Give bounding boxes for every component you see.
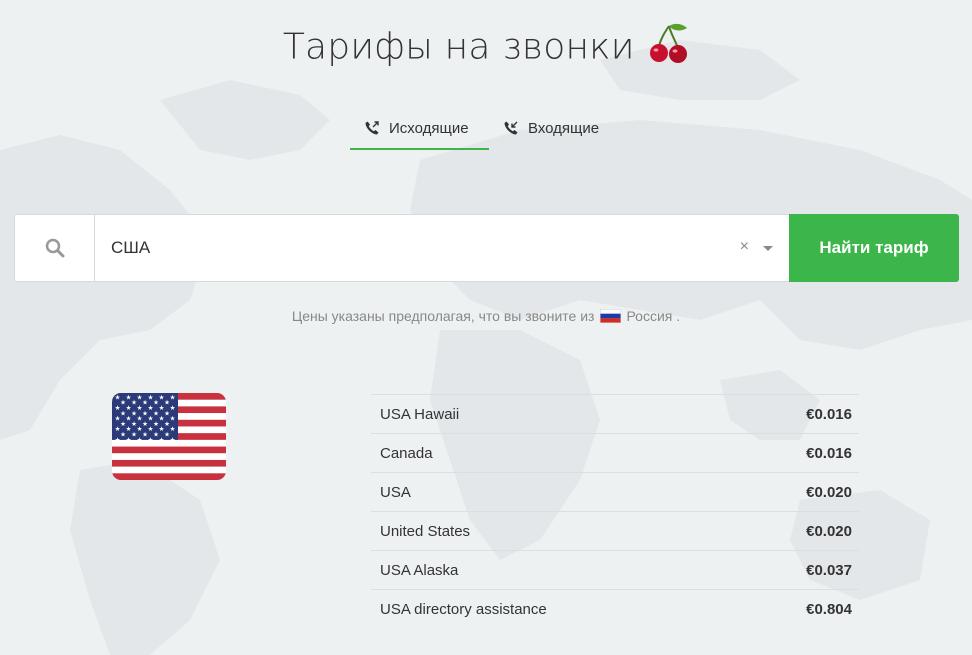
country-search-input[interactable] (95, 227, 713, 269)
usa-flag-icon: ★ ★ ★ ★ ★ ★★ ★ ★ ★ ★★ ★ ★ ★ ★ ★★ ★ ★ ★ ★★ ★ ★ ★ ★ ★★ ★ ★ ★ ★★ ★ ★ ★ ★ ★★… (112, 393, 226, 480)
find-rate-button[interactable]: Найти тариф (789, 214, 959, 282)
svg-text:★: ★ (159, 436, 165, 444)
rate-destination: USA Hawaii (380, 405, 460, 423)
rate-destination: United States (380, 522, 471, 540)
svg-text:★: ★ (170, 404, 176, 412)
svg-text:★: ★ (126, 436, 132, 444)
cherry-icon (650, 23, 688, 63)
origin-country-notice: Цены указаны предполагая, что вы звоните… (0, 308, 972, 324)
dropdown-arrow-icon[interactable] (763, 246, 773, 251)
search-input-wrap: × (95, 215, 789, 281)
svg-text:★: ★ (170, 436, 176, 444)
search-icon-cell (15, 215, 95, 281)
rate-row: United States €0.020 (371, 512, 859, 551)
title-row: Тарифы на звонки (0, 23, 972, 68)
svg-text:★: ★ (137, 436, 143, 444)
tab-incoming-label: Входящие (528, 119, 600, 137)
incoming-call-icon (504, 121, 518, 135)
country-search: × Найти тариф (14, 214, 959, 282)
rate-row: USA directory assistance €0.804 (371, 590, 859, 628)
svg-text:★: ★ (170, 425, 176, 433)
svg-text:★: ★ (170, 393, 176, 401)
clear-icon[interactable]: × (740, 239, 749, 255)
rate-price: €0.804 (806, 600, 852, 618)
rate-row: USA Alaska €0.037 (371, 551, 859, 590)
svg-text:★: ★ (148, 436, 154, 444)
notice-text: Цены указаны предполагая, что вы звоните… (291, 308, 595, 324)
rate-destination: USA directory assistance (380, 600, 547, 618)
origin-country-link[interactable]: Россия (626, 308, 672, 324)
tab-outgoing[interactable]: Исходящие (350, 108, 489, 150)
notice-period: . (676, 308, 681, 324)
rate-row: Canada €0.016 (371, 434, 859, 473)
rate-destination: Canada (380, 444, 433, 462)
rate-price: €0.037 (806, 561, 852, 579)
rate-row: USA Hawaii €0.016 (371, 395, 859, 434)
svg-text:★: ★ (170, 415, 176, 423)
outgoing-call-icon (365, 121, 379, 135)
rate-destination: USA (380, 483, 411, 501)
rate-row: USA €0.020 (371, 473, 859, 512)
call-direction-tabs: Исходящие Входящие (350, 108, 613, 150)
page: Тарифы на звонки Исходящие Входящие США … (0, 0, 972, 655)
search-icon (45, 238, 64, 258)
rate-price: €0.020 (806, 483, 852, 501)
russia-flag-icon (600, 309, 622, 323)
tab-outgoing-label: Исходящие (389, 119, 469, 137)
tab-incoming[interactable]: Входящие (489, 108, 613, 148)
rate-price: €0.020 (806, 522, 852, 540)
rates-table: USA Hawaii €0.016 Canada €0.016 USA €0.020 Uni… (371, 394, 859, 628)
svg-text:★: ★ (115, 436, 121, 444)
page-title: Тарифы на звонки (282, 26, 635, 68)
rate-price: €0.016 (806, 405, 852, 423)
rate-destination: USA Alaska (380, 561, 459, 579)
rate-price: €0.016 (806, 444, 852, 462)
